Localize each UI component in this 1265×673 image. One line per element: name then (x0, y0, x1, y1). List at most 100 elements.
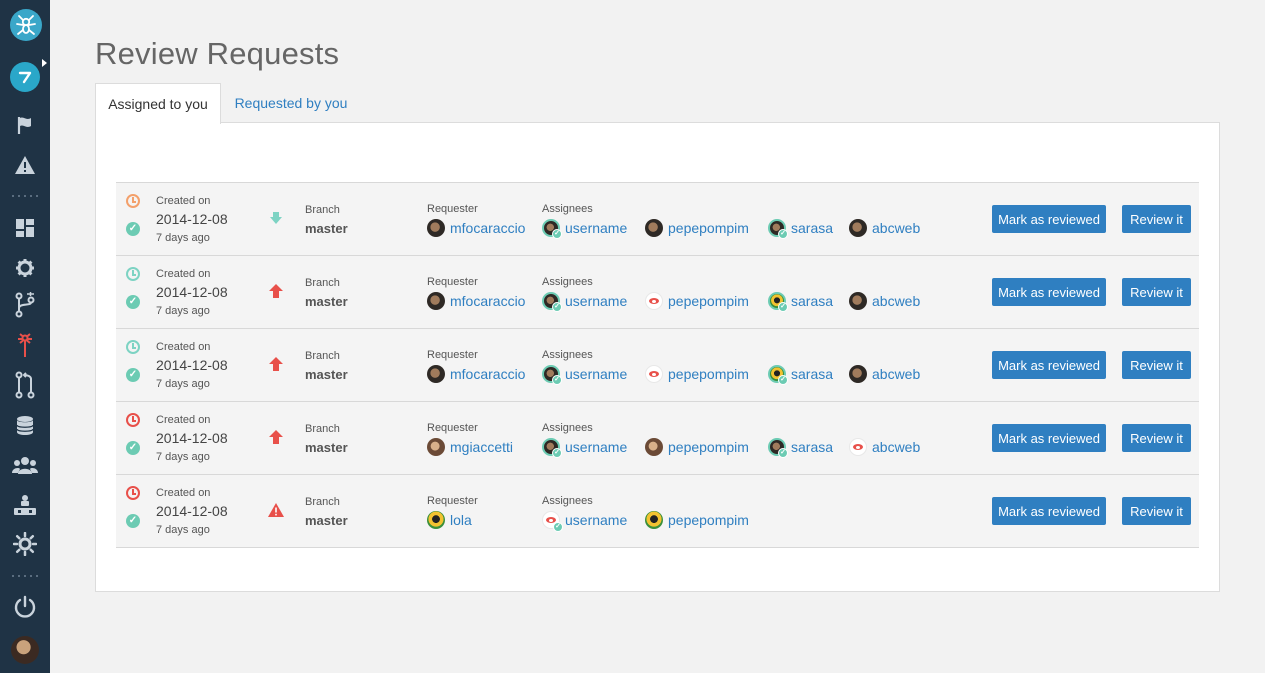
assignee[interactable]: ✓ username (542, 291, 627, 312)
requester[interactable]: lola (427, 510, 472, 530)
requester[interactable]: mfocaraccio (427, 291, 525, 311)
assignee[interactable]: ✓ username (542, 364, 627, 385)
gear-icon[interactable] (0, 253, 50, 283)
avatar: ✓ (542, 365, 562, 385)
database-icon[interactable] (0, 411, 50, 441)
assignee[interactable]: pepepompim (645, 364, 749, 384)
mark-as-reviewed-button[interactable]: Mark as reviewed (992, 497, 1106, 525)
avatar (427, 365, 445, 383)
assignee[interactable]: ✓ username (542, 218, 627, 239)
review-it-button[interactable]: Review it (1122, 351, 1191, 379)
assignee-name[interactable]: sarasa (791, 220, 833, 236)
requester-name[interactable]: mfocaraccio (450, 293, 525, 309)
assignee[interactable]: abcweb (849, 218, 920, 238)
mark-as-reviewed-button[interactable]: Mark as reviewed (992, 424, 1106, 452)
requester-label: Requester (427, 203, 478, 215)
assignee-name[interactable]: username (565, 220, 627, 236)
organization-icon[interactable] (0, 490, 50, 520)
assignee[interactable]: ✓ sarasa (768, 218, 833, 239)
assignee-name[interactable]: abcweb (872, 366, 920, 382)
settings-cog-icon[interactable] (0, 529, 50, 559)
requester-label: Requester (427, 276, 478, 288)
assignee[interactable]: abcweb (849, 437, 920, 457)
assignee-name[interactable]: pepepompim (668, 293, 749, 309)
assignee[interactable]: pepepompim (645, 437, 749, 457)
power-icon[interactable] (0, 592, 50, 622)
created-date: 2014-12-08 (156, 211, 228, 227)
divider (0, 193, 50, 199)
assignee[interactable]: pepepompim (645, 218, 749, 238)
mark-as-reviewed-button[interactable]: Mark as reviewed (992, 205, 1106, 233)
created-on-label: Created on (156, 414, 211, 426)
requester-name[interactable]: mgiaccetti (450, 439, 513, 455)
assignee-name[interactable]: sarasa (791, 293, 833, 309)
priority-high-icon (266, 354, 286, 374)
dashboard-icon[interactable] (0, 213, 50, 243)
users-icon[interactable] (0, 450, 50, 480)
branches-icon[interactable] (0, 290, 50, 320)
review-it-button[interactable]: Review it (1122, 424, 1191, 452)
assignee[interactable]: ✓ sarasa (768, 364, 833, 385)
reviewed-check-icon: ✓ (552, 448, 562, 458)
assignee-name[interactable]: abcweb (872, 439, 920, 455)
assignee[interactable]: pepepompim (645, 291, 749, 311)
assignee[interactable]: abcweb (849, 291, 920, 311)
warning-icon[interactable] (0, 150, 50, 180)
requester-name[interactable]: mfocaraccio (450, 366, 525, 382)
assignee-name[interactable]: username (565, 293, 627, 309)
reviewed-check-icon: ✓ (552, 375, 562, 385)
branch-name: master (305, 513, 348, 528)
expand-caret-icon[interactable] (42, 59, 47, 67)
branch-label: Branch (305, 350, 340, 362)
assignee[interactable]: abcweb (849, 364, 920, 384)
review-it-button[interactable]: Review it (1122, 205, 1191, 233)
assignees-label: Assignees (542, 349, 593, 361)
requester-name[interactable]: lola (450, 512, 472, 528)
branch-label: Branch (305, 423, 340, 435)
assignee-name[interactable]: username (565, 366, 627, 382)
reviewed-check-icon: ✓ (778, 448, 788, 458)
user-avatar[interactable] (11, 636, 39, 664)
assignee-name[interactable]: sarasa (791, 439, 833, 455)
assignee-name[interactable]: abcweb (872, 220, 920, 236)
review-request-row: ✓ Created on 2014-12-08 7 days ago Branc… (116, 256, 1199, 329)
assignee[interactable]: ✓ username (542, 510, 627, 532)
assignee[interactable]: ✓ username (542, 437, 627, 458)
branch-name: master (305, 294, 348, 309)
mark-as-reviewed-button[interactable]: Mark as reviewed (992, 351, 1106, 379)
requester[interactable]: mfocaraccio (427, 364, 525, 384)
merge-icon[interactable] (0, 370, 50, 400)
plastic-brand-icon[interactable] (10, 62, 40, 92)
requester[interactable]: mfocaraccio (427, 218, 525, 238)
review-it-button[interactable]: Review it (1122, 497, 1191, 525)
assignee-name[interactable]: username (565, 512, 627, 528)
assignee-name[interactable]: sarasa (791, 366, 833, 382)
assignee[interactable]: pepepompim (645, 510, 749, 530)
avatar (427, 438, 445, 456)
assignee-name[interactable]: abcweb (872, 293, 920, 309)
assignee-name[interactable]: pepepompim (668, 220, 749, 236)
flag-icon[interactable] (0, 110, 50, 140)
assignee[interactable]: ✓ sarasa (768, 437, 833, 458)
mark-as-reviewed-button[interactable]: Mark as reviewed (992, 278, 1106, 306)
avatar (645, 438, 663, 456)
tab-assigned-to-you[interactable]: Assigned to you (95, 83, 221, 124)
assignee[interactable]: ✓ sarasa (768, 291, 833, 312)
tab-requested-by-you[interactable]: Requested by you (228, 83, 354, 123)
clock-icon (126, 194, 140, 208)
review-it-button[interactable]: Review it (1122, 278, 1191, 306)
review-request-row: ✓ Created on 2014-12-08 7 days ago Branc… (116, 475, 1199, 548)
requester-name[interactable]: mfocaraccio (450, 220, 525, 236)
code-review-icon[interactable] (0, 330, 50, 360)
assignee-name[interactable]: pepepompim (668, 366, 749, 382)
assignee-name[interactable]: username (565, 439, 627, 455)
created-ago: 7 days ago (156, 232, 210, 244)
assignees-label: Assignees (542, 203, 593, 215)
clock-icon (126, 486, 140, 500)
assignee-name[interactable]: pepepompim (668, 512, 749, 528)
avatar (849, 219, 867, 237)
avatar: ✓ (542, 511, 563, 532)
assignee-name[interactable]: pepepompim (668, 439, 749, 455)
app-logo-icon[interactable] (10, 9, 42, 41)
requester[interactable]: mgiaccetti (427, 437, 513, 457)
